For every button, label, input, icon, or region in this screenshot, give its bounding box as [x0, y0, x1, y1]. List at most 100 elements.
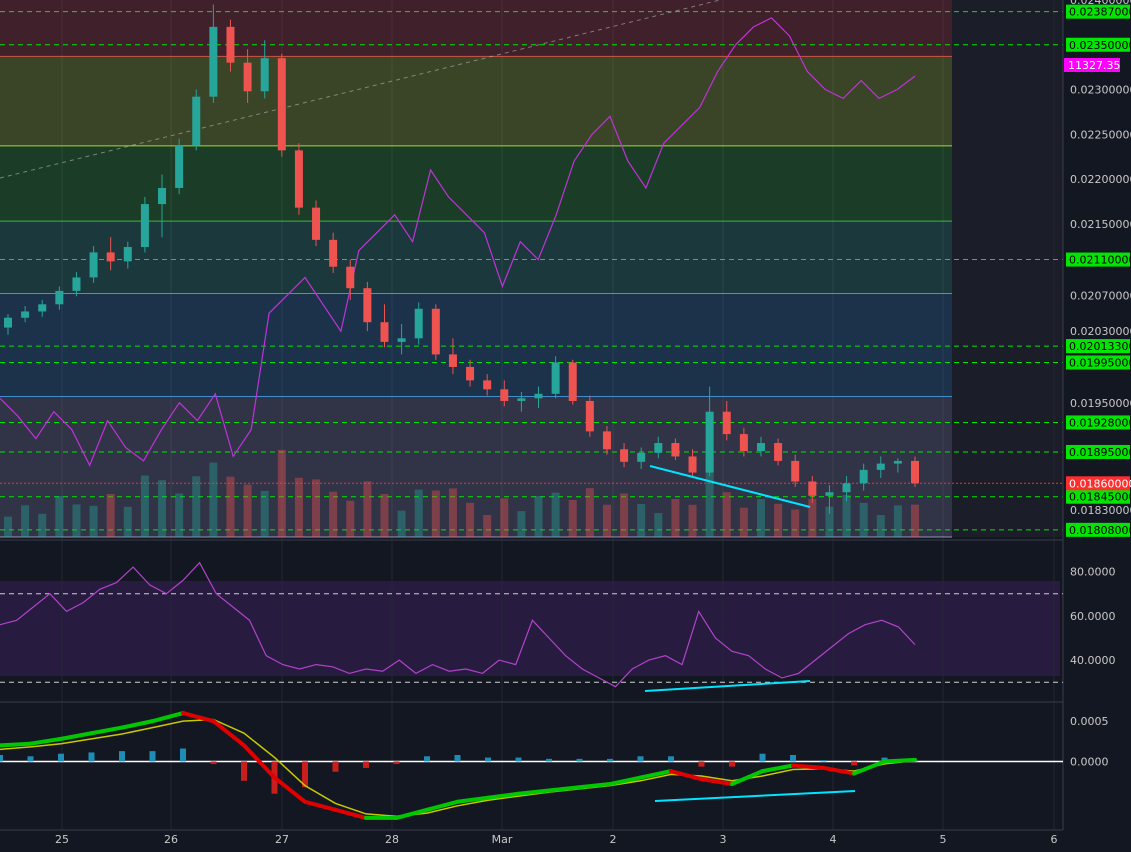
candle-body	[243, 62, 252, 92]
candle-body	[722, 411, 731, 435]
y-tick-label: 0.02150000	[1070, 218, 1131, 231]
price-line-label: 0.01928000	[1069, 416, 1131, 429]
volume-bar	[4, 516, 12, 537]
candle-body	[602, 431, 611, 450]
candle-body	[842, 483, 851, 493]
volume-bar	[448, 488, 457, 537]
last-price-label: 0.01860000	[1069, 477, 1131, 490]
volume-bar	[722, 492, 731, 537]
y-tick-label: 0.02300000	[1070, 84, 1131, 97]
volume-bar	[346, 500, 355, 537]
volume-bar	[893, 505, 902, 537]
macd-tick-label: 0.0005	[1070, 715, 1109, 728]
volume-bar	[466, 502, 475, 537]
volume-bar	[260, 490, 269, 537]
rsi-tick-label: 80.0000	[1070, 566, 1116, 579]
chart-screen: 25 26 27 28 Mar 2 3 4 5 6 0.02400000 0.02300000 0.02…	[0, 0, 1131, 848]
price-line-label: 0.02110000	[1069, 254, 1131, 267]
macd-histogram-bar	[729, 761, 735, 767]
candle-body	[380, 322, 389, 342]
macd-histogram-bar	[668, 756, 674, 762]
x-tick-label: Mar	[492, 833, 513, 846]
macd-histogram-bar	[393, 761, 400, 765]
volume-bar	[585, 488, 594, 537]
x-tick-label: 27	[275, 833, 289, 846]
macd-histogram-bar	[790, 755, 796, 762]
candle-body	[294, 150, 303, 208]
macd-histogram-bar	[485, 757, 491, 762]
price-line-label: 0.01995000	[1069, 356, 1131, 369]
macd-histogram-bar	[546, 758, 552, 762]
volume-bar	[294, 477, 303, 537]
macd-histogram-bar	[119, 751, 125, 762]
candle-body	[534, 393, 543, 399]
volume-bar	[175, 493, 184, 537]
x-tick-label: 3	[720, 833, 727, 846]
price-line-label: 0.02013300	[1069, 340, 1131, 353]
x-tick-label: 26	[164, 833, 178, 846]
price-line-label: 0.02350000	[1069, 39, 1131, 52]
macd-histogram-bar	[0, 755, 3, 762]
candle-body	[705, 411, 714, 473]
macd-histogram-bar	[515, 757, 522, 762]
candle-body	[55, 290, 64, 305]
support-resistance-zone	[0, 293, 952, 397]
candle-body	[688, 456, 697, 473]
macd-histogram-bar	[58, 753, 64, 762]
volume-bar	[72, 504, 81, 537]
rsi-tick-label: 60.0000	[1070, 610, 1116, 623]
price-line-label: 0.01895000	[1069, 446, 1131, 459]
price-line-label: 0.01808000	[1069, 524, 1131, 537]
volume-bar	[38, 513, 47, 537]
candle-body	[106, 252, 115, 262]
macd-tick-label: 0.0000	[1070, 755, 1109, 768]
macd-histogram-bar	[210, 761, 217, 765]
volume-bar	[808, 498, 817, 537]
candle-body	[517, 398, 526, 401]
candle-body	[739, 434, 748, 452]
volume-bar	[397, 510, 406, 537]
x-tick-label: 25	[55, 833, 69, 846]
candle-body	[448, 354, 457, 367]
macd-line-segment	[791, 763, 826, 770]
candle-body	[774, 443, 783, 461]
trading-chart[interactable]: 25 26 27 28 Mar 2 3 4 5 60.024000000.023000000.02…	[0, 0, 1131, 848]
candle-body	[825, 492, 834, 496]
volume-bar	[551, 492, 560, 537]
candle-body	[808, 481, 817, 496]
candle-body	[911, 460, 919, 484]
candle-body	[431, 308, 440, 355]
volume-bar	[774, 503, 783, 537]
candle-body	[500, 389, 509, 401]
volume-bar	[277, 449, 286, 537]
candle-body	[620, 449, 629, 462]
volume-bar	[89, 505, 98, 537]
macd-histogram-bar	[149, 751, 156, 762]
macd-histogram-bar	[363, 761, 369, 768]
candle-body	[346, 266, 355, 289]
volume-bar	[688, 504, 697, 537]
macd-histogram-bar	[820, 760, 827, 762]
candle-body	[791, 460, 800, 482]
rsi-band-fill	[0, 581, 1060, 676]
macd-histogram-bar	[851, 761, 857, 766]
candle-body	[209, 26, 218, 97]
volume-bar	[517, 511, 526, 537]
macd-histogram-bar	[576, 758, 583, 762]
volume-bar	[876, 515, 885, 537]
macd-histogram-bar	[241, 761, 247, 781]
volume-bar	[602, 504, 611, 537]
candle-body	[4, 317, 12, 328]
candle-body	[414, 308, 423, 339]
candle-body	[175, 144, 184, 188]
candle-body	[671, 443, 680, 457]
volume-bar	[106, 494, 115, 537]
macd-histogram-bar	[27, 756, 34, 762]
macd-histogram-bar	[698, 761, 705, 767]
candle-body	[893, 460, 902, 464]
candle-body	[483, 380, 492, 390]
volume-bar	[123, 506, 132, 537]
y-tick-label: 0.02250000	[1070, 128, 1131, 141]
volume-bar	[911, 504, 919, 537]
candle-body	[226, 26, 235, 63]
